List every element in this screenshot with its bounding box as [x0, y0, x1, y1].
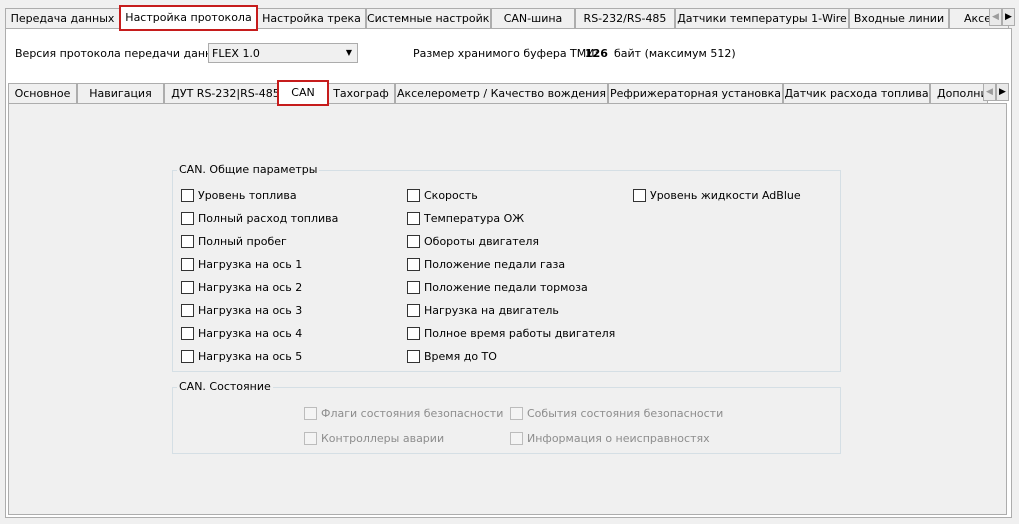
tab-can[interactable]: CAN [277, 80, 329, 106]
tab-track-settings[interactable]: Настройка трека [257, 8, 366, 28]
safety-flags-checkbox[interactable]: Флаги состояния безопасности [304, 407, 503, 420]
axle-load-1-checkbox[interactable]: Нагрузка на ось 1 [181, 258, 302, 271]
safety-events-checkbox[interactable]: События состояния безопасности [510, 407, 723, 420]
tab-general[interactable]: Основное [8, 83, 77, 103]
chevron-down-icon: ▼ [345, 48, 352, 57]
tab-fuel-flow-sensor[interactable]: Датчик расхода топлива [783, 83, 930, 103]
coolant-temperature-checkbox[interactable]: Температура ОЖ [407, 212, 524, 225]
fuel-level-checkbox[interactable]: Уровень топлива [181, 189, 297, 202]
protocol-sub-tab-bar: Основное Навигация ДУТ RS-232|RS-485 CAN… [8, 80, 1009, 106]
scroll-right-icon[interactable]: ▶ [996, 83, 1009, 101]
axle-load-5-checkbox[interactable]: Нагрузка на ось 5 [181, 350, 302, 363]
buffer-size-value: 126 [585, 47, 608, 60]
tab-navigation[interactable]: Навигация [77, 83, 164, 103]
protocol-version-label: Версия протокола передачи данных [15, 47, 228, 60]
speed-checkbox[interactable]: Скорость [407, 189, 478, 202]
scroll-left-icon[interactable]: ◀ [989, 8, 1002, 26]
brake-pedal-position-checkbox[interactable]: Положение педали тормоза [407, 281, 588, 294]
engine-total-hours-checkbox[interactable]: Полное время работы двигателя [407, 327, 615, 340]
can-general-group: CAN. Общие параметры Уровень топлива Пол… [172, 163, 841, 372]
tab-1wire-temperature-sensors[interactable]: Датчики температуры 1-Wire [675, 8, 849, 28]
tab-system-settings[interactable]: Системные настройки [366, 8, 491, 28]
crash-controllers-checkbox[interactable]: Контроллеры аварии [304, 432, 444, 445]
scroll-right-icon[interactable]: ▶ [1002, 8, 1015, 26]
sub-tab-scroll-buttons: ◀ ▶ [983, 83, 1009, 101]
can-state-title: CAN. Состояние [177, 380, 273, 393]
tab-additional[interactable]: Дополнительно [930, 83, 988, 103]
tab-can-bus[interactable]: CAN-шина [491, 8, 575, 28]
buffer-size-suffix: байт (максимум 512) [614, 47, 736, 60]
engine-rpm-checkbox[interactable]: Обороты двигателя [407, 235, 539, 248]
axle-load-4-checkbox[interactable]: Нагрузка на ось 4 [181, 327, 302, 340]
axle-load-2-checkbox[interactable]: Нагрузка на ось 2 [181, 281, 302, 294]
scroll-left-icon[interactable]: ◀ [983, 83, 996, 101]
time-to-service-checkbox[interactable]: Время до ТО [407, 350, 497, 363]
protocol-version-value: FLEX 1.0 [212, 47, 260, 60]
main-tab-bar: Передача данных Настройка протокола Наст… [5, 5, 1015, 31]
total-fuel-consumption-checkbox[interactable]: Полный расход топлива [181, 212, 338, 225]
tab-rs232-rs485[interactable]: RS-232/RS-485 [575, 8, 675, 28]
can-state-group: CAN. Состояние Флаги состояния безопасно… [172, 380, 841, 454]
axle-load-3-checkbox[interactable]: Нагрузка на ось 3 [181, 304, 302, 317]
fault-info-checkbox[interactable]: Информация о неисправностях [510, 432, 710, 445]
tab-refrigerator-unit[interactable]: Рефрижераторная установка [608, 83, 783, 103]
tab-input-lines[interactable]: Входные линии [849, 8, 949, 28]
gas-pedal-position-checkbox[interactable]: Положение педали газа [407, 258, 565, 271]
protocol-version-select[interactable]: FLEX 1.0 ▼ [208, 43, 358, 63]
tab-accelerometer-driving[interactable]: Акселерометр / Качество вождения [395, 83, 608, 103]
tab-tachograph[interactable]: Тахограф [327, 83, 395, 103]
adblue-level-checkbox[interactable]: Уровень жидкости AdBlue [633, 189, 801, 202]
tab-data-transfer[interactable]: Передача данных [5, 8, 120, 28]
tab-fuel-level-sensor[interactable]: ДУТ RS-232|RS-485 [164, 83, 287, 103]
engine-load-checkbox[interactable]: Нагрузка на двигатель [407, 304, 559, 317]
can-general-title: CAN. Общие параметры [177, 163, 320, 176]
tab-protocol-settings[interactable]: Настройка протокола [119, 5, 258, 31]
total-mileage-checkbox[interactable]: Полный пробег [181, 235, 287, 248]
tab-scroll-buttons: ◀ ▶ [989, 8, 1015, 26]
buffer-size-label: Размер хранимого буфера ТМИ: [413, 47, 599, 60]
